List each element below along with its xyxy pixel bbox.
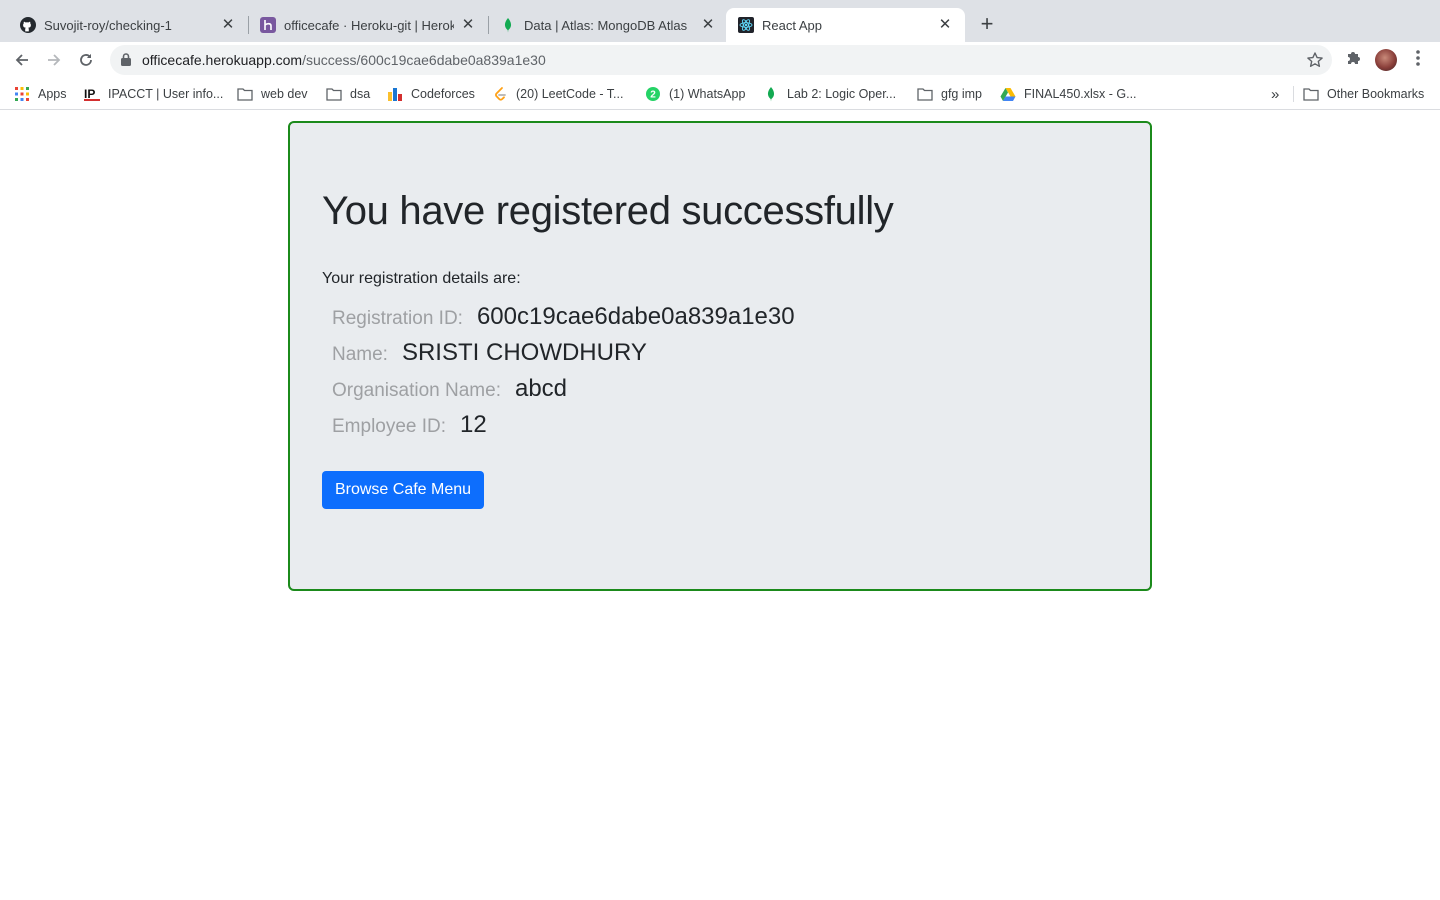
bookmark-lab2[interactable]: Lab 2: Logic Oper... (763, 85, 896, 103)
detail-value: 600c19cae6dabe0a839a1e30 (476, 303, 795, 330)
detail-value: abcd (514, 375, 568, 402)
bookmark-ipacct[interactable]: IP IPACCT | User info... (84, 85, 223, 103)
bookmark-folder-gfg-imp[interactable]: gfg imp (917, 85, 982, 103)
bookmark-apps[interactable]: Apps (14, 85, 67, 103)
detail-organisation-name: Organisation Name: abcd (332, 375, 567, 403)
bookmark-star-icon[interactable] (1306, 51, 1324, 74)
bookmark-label: Apps (38, 87, 67, 101)
mongodb-leaf-icon (500, 17, 516, 33)
bookmark-label: IPACCT | User info... (108, 87, 224, 101)
detail-name: Name: SRISTI CHOWDHURY (332, 339, 647, 367)
bookmark-label: Codeforces (411, 87, 475, 101)
github-icon (20, 17, 36, 33)
ipacct-icon: IP (84, 86, 100, 102)
bookmark-final450[interactable]: FINAL450.xlsx - G... (1000, 85, 1137, 103)
folder-icon (237, 86, 253, 102)
tab-title: Suvojit-roy/checking-1 (44, 17, 172, 33)
browser-toolbar: officecafe.herokuapp.com/success/600c19c… (0, 42, 1440, 78)
detail-employee-id: Employee ID: 12 (332, 411, 487, 439)
svg-text:IP: IP (84, 87, 95, 101)
folder-icon (917, 86, 933, 102)
arrow-right-icon (48, 54, 61, 66)
detail-value: SRISTI CHOWDHURY (401, 339, 647, 366)
whatsapp-icon: 2 (645, 86, 661, 102)
detail-label: Employee ID: (332, 416, 447, 437)
tab-title: officecafe · Heroku-git | Heroku (284, 17, 454, 33)
url-text: officecafe.herokuapp.com/success/600c19c… (142, 52, 546, 68)
bookmark-whatsapp[interactable]: 2 (1) WhatsApp (645, 85, 745, 103)
bookmark-label: (1) WhatsApp (669, 87, 746, 101)
browse-cafe-menu-button[interactable]: Browse Cafe Menu (322, 471, 484, 509)
bookmark-label: Other Bookmarks (1327, 87, 1425, 101)
bookmarks-overflow-button[interactable]: » (1271, 85, 1279, 103)
bookmark-folder-dsa[interactable]: dsa (326, 85, 370, 103)
bookmark-label: (20) LeetCode - T... (516, 87, 624, 101)
tab-title: React App (762, 17, 822, 33)
bookmark-label: dsa (350, 87, 371, 101)
bookmark-label: Lab 2: Logic Oper... (787, 87, 897, 101)
forward-button[interactable] (40, 46, 68, 74)
url-path: /success/600c19cae6dabe0a839a1e30 (302, 52, 546, 68)
address-bar[interactable]: officecafe.herokuapp.com/success/600c19c… (110, 45, 1332, 75)
close-tab-icon[interactable]: ✕ (220, 17, 236, 33)
bookmark-folder-web-dev[interactable]: web dev (237, 85, 308, 103)
heroku-icon (260, 17, 276, 33)
registration-intro: Your registration details are: (322, 270, 521, 287)
tab-react-app[interactable]: React App ✕ (726, 8, 965, 42)
bookmark-codeforces[interactable]: Codeforces (387, 85, 475, 103)
whatsapp-badge: 2 (650, 90, 656, 101)
bookmarks-divider (1293, 86, 1294, 102)
google-drive-icon (1000, 86, 1016, 102)
page-title: You have registered successfully (322, 189, 894, 233)
bookmark-leetcode[interactable]: (20) LeetCode - T... (492, 85, 623, 103)
menu-kebab-icon[interactable] (1410, 48, 1426, 73)
arrow-left-icon (15, 54, 28, 66)
react-icon (738, 17, 754, 33)
tab-heroku[interactable]: officecafe · Heroku-git | Heroku ✕ (248, 8, 488, 42)
detail-label: Registration ID: (332, 308, 463, 329)
reload-icon (80, 54, 92, 66)
bookmark-label: FINAL450.xlsx - G... (1024, 87, 1137, 101)
detail-label: Organisation Name: (332, 380, 501, 401)
url-host: officecafe.herokuapp.com (142, 52, 303, 68)
mongodb-leaf-icon (763, 86, 779, 102)
detail-registration-id: Registration ID: 600c19cae6dabe0a839a1e3… (332, 303, 795, 331)
extensions-puzzle-icon[interactable] (1344, 48, 1364, 73)
tab-github[interactable]: Suvojit-roy/checking-1 ✕ (8, 8, 248, 42)
codeforces-icon (387, 86, 403, 102)
bookmark-label: web dev (261, 87, 308, 101)
folder-icon (326, 86, 342, 102)
tab-strip: Suvojit-roy/checking-1 ✕ officecafe · He… (0, 0, 1440, 42)
detail-value: 12 (460, 411, 487, 438)
other-bookmarks-folder[interactable]: Other Bookmarks (1303, 85, 1424, 103)
close-tab-icon[interactable]: ✕ (937, 17, 953, 33)
tab-title: Data | Atlas: MongoDB Atlas (524, 17, 688, 33)
leetcode-icon (492, 86, 508, 102)
detail-label: Name: (332, 344, 388, 365)
success-card: You have registered successfully Your re… (288, 121, 1152, 591)
bookmarks-bar: Apps IP IPACCT | User info... web dev ds… (0, 78, 1440, 110)
apps-grid-icon (14, 86, 30, 102)
back-button[interactable] (8, 46, 36, 74)
folder-icon (1303, 86, 1319, 102)
profile-avatar[interactable] (1375, 49, 1397, 71)
close-tab-icon[interactable]: ✕ (460, 17, 476, 33)
new-tab-button[interactable]: + (975, 13, 999, 37)
bookmark-label: gfg imp (941, 87, 982, 101)
lock-icon[interactable] (120, 52, 132, 71)
close-tab-icon[interactable]: ✕ (700, 17, 716, 33)
reload-button[interactable] (72, 46, 100, 74)
tab-mongodb-atlas[interactable]: Data | Atlas: MongoDB Atlas ✕ (488, 8, 728, 42)
